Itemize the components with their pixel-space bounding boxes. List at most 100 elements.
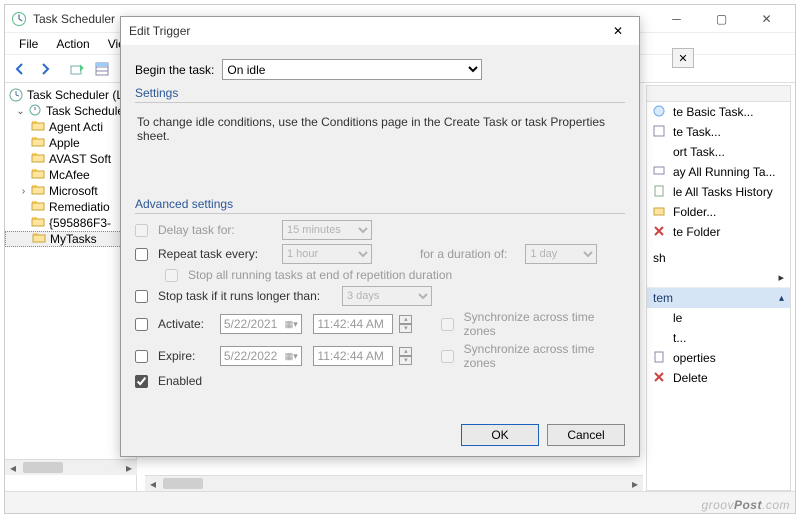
expire-time-picker: 11:42:44 AM <box>313 346 393 366</box>
delete-folder-icon <box>653 225 667 239</box>
tree-item-label: Apple <box>49 136 80 150</box>
background-close-button[interactable]: ✕ <box>672 48 694 68</box>
delay-label: Delay task for: <box>158 223 270 237</box>
action-item[interactable]: le <box>647 308 790 328</box>
action-label: Delete <box>673 371 708 385</box>
tree-item-label: Remediatio <box>49 200 110 214</box>
settings-group-label: Settings <box>135 86 625 100</box>
action-label: ort Task... <box>673 145 725 159</box>
scroll-left-icon[interactable]: ◂ <box>5 460 21 475</box>
repeat-select: 1 hour <box>282 244 372 264</box>
repeat-label: Repeat task every: <box>158 247 270 261</box>
activate-time-value: 11:42:44 AM <box>317 317 384 331</box>
forward-button[interactable] <box>34 58 56 80</box>
cancel-button[interactable]: Cancel <box>547 424 625 446</box>
scroll-thumb[interactable] <box>163 478 203 489</box>
action-item[interactable]: ort Task... <box>647 142 790 162</box>
calendar-icon: ▦▾ <box>285 351 298 362</box>
import-icon <box>653 145 667 159</box>
history-icon <box>653 185 667 199</box>
dialog-close-button[interactable]: ✕ <box>605 20 631 42</box>
action-item[interactable]: le All Tasks History <box>647 182 790 202</box>
folder-icon <box>31 200 47 214</box>
action-item[interactable]: t... <box>647 328 790 348</box>
minimize-button[interactable]: ─ <box>654 7 699 31</box>
activate-checkbox[interactable] <box>135 318 148 331</box>
tree-item-label: Agent Acti <box>49 120 103 134</box>
action-item[interactable]: Folder... <box>647 202 790 222</box>
scroll-thumb[interactable] <box>23 462 63 473</box>
action-item[interactable]: te Basic Task... <box>647 102 790 122</box>
action-item-more[interactable]: ▸ <box>647 268 790 287</box>
stop-if-checkbox[interactable] <box>135 290 148 303</box>
wizard-icon <box>653 105 667 119</box>
tree-item[interactable]: {595886F3- <box>5 215 136 231</box>
enabled-label: Enabled <box>158 374 202 388</box>
repeat-checkbox[interactable] <box>135 248 148 261</box>
menu-file[interactable]: File <box>11 35 46 53</box>
watermark-c: .com <box>762 498 790 512</box>
toolbar-separator <box>59 58 63 80</box>
divider <box>135 213 625 214</box>
app-icon <box>11 11 27 27</box>
action-item[interactable]: sh <box>647 248 790 268</box>
begin-task-label: Begin the task: <box>135 63 214 77</box>
menu-action[interactable]: Action <box>48 35 97 53</box>
tree-pane[interactable]: Task Scheduler (Lo ⌄ Task Scheduler Agen… <box>5 85 137 491</box>
tree-library[interactable]: ⌄ Task Scheduler <box>5 103 136 119</box>
enable-icon <box>653 311 667 325</box>
up-button[interactable] <box>66 58 88 80</box>
dialog-title: Edit Trigger <box>129 24 605 38</box>
edit-trigger-dialog: Edit Trigger ✕ Begin the task: On idle S… <box>120 16 640 457</box>
folder-icon <box>31 120 47 134</box>
expand-icon[interactable]: › <box>18 186 29 197</box>
action-item[interactable]: te Task... <box>647 122 790 142</box>
back-button[interactable] <box>9 58 31 80</box>
activate-time-picker: 11:42:44 AM <box>313 314 393 334</box>
sync-label-1: Synchronize across time zones <box>464 310 617 338</box>
tree-item[interactable]: Apple <box>5 135 136 151</box>
tree-item-label: MyTasks <box>50 232 97 246</box>
time-spinner: ▴▾ <box>399 315 412 333</box>
tree-item[interactable]: ›Microsoft <box>5 183 136 199</box>
activate-date-value: 5/22/2021 <box>224 317 277 331</box>
action-item[interactable]: te Folder <box>647 222 790 242</box>
maximize-button[interactable]: ▢ <box>699 7 744 31</box>
delete-icon <box>653 371 667 385</box>
middle-scrollbar[interactable]: ◂▸ <box>145 475 643 491</box>
activate-date-picker: 5/22/2021 ▦▾ <box>220 314 302 334</box>
calendar-icon: ▦▾ <box>285 319 298 330</box>
scroll-right-icon[interactable]: ▸ <box>121 460 137 475</box>
tree-item-selected[interactable]: MyTasks <box>5 231 136 247</box>
export-icon <box>653 331 667 345</box>
tree-item[interactable]: Agent Acti <box>5 119 136 135</box>
action-label: t... <box>673 331 686 345</box>
tree-root[interactable]: Task Scheduler (Lo <box>5 87 136 103</box>
tree-item[interactable]: AVAST Soft <box>5 151 136 167</box>
action-label: le <box>673 311 682 325</box>
action-item[interactable]: Delete <box>647 368 790 388</box>
scroll-left-icon[interactable]: ◂ <box>145 476 161 491</box>
action-label: te Task... <box>673 125 721 139</box>
library-icon <box>28 104 44 118</box>
begin-task-select[interactable]: On idle <box>222 59 482 80</box>
task-icon <box>653 125 667 139</box>
close-button[interactable]: ✕ <box>744 7 789 31</box>
scroll-right-icon[interactable]: ▸ <box>627 476 643 491</box>
sync-checkbox-1 <box>441 318 454 331</box>
watermark-b: Post <box>734 498 762 512</box>
enabled-checkbox[interactable] <box>135 375 148 388</box>
action-item[interactable]: ay All Running Ta... <box>647 162 790 182</box>
duration-label: for a duration of: <box>420 247 507 261</box>
collapse-icon[interactable]: ⌄ <box>15 106 26 117</box>
tree-item-label: McAfee <box>49 168 90 182</box>
tree-item[interactable]: Remediatio <box>5 199 136 215</box>
tree-item[interactable]: McAfee <box>5 167 136 183</box>
actions-section-header[interactable]: tem▴ <box>647 288 790 308</box>
tree-scrollbar[interactable]: ◂▸ <box>5 459 137 475</box>
expire-checkbox[interactable] <box>135 350 148 363</box>
action-item[interactable]: operties <box>647 348 790 368</box>
action-label: sh <box>653 251 666 265</box>
ok-button[interactable]: OK <box>461 424 539 446</box>
details-button[interactable] <box>91 58 113 80</box>
